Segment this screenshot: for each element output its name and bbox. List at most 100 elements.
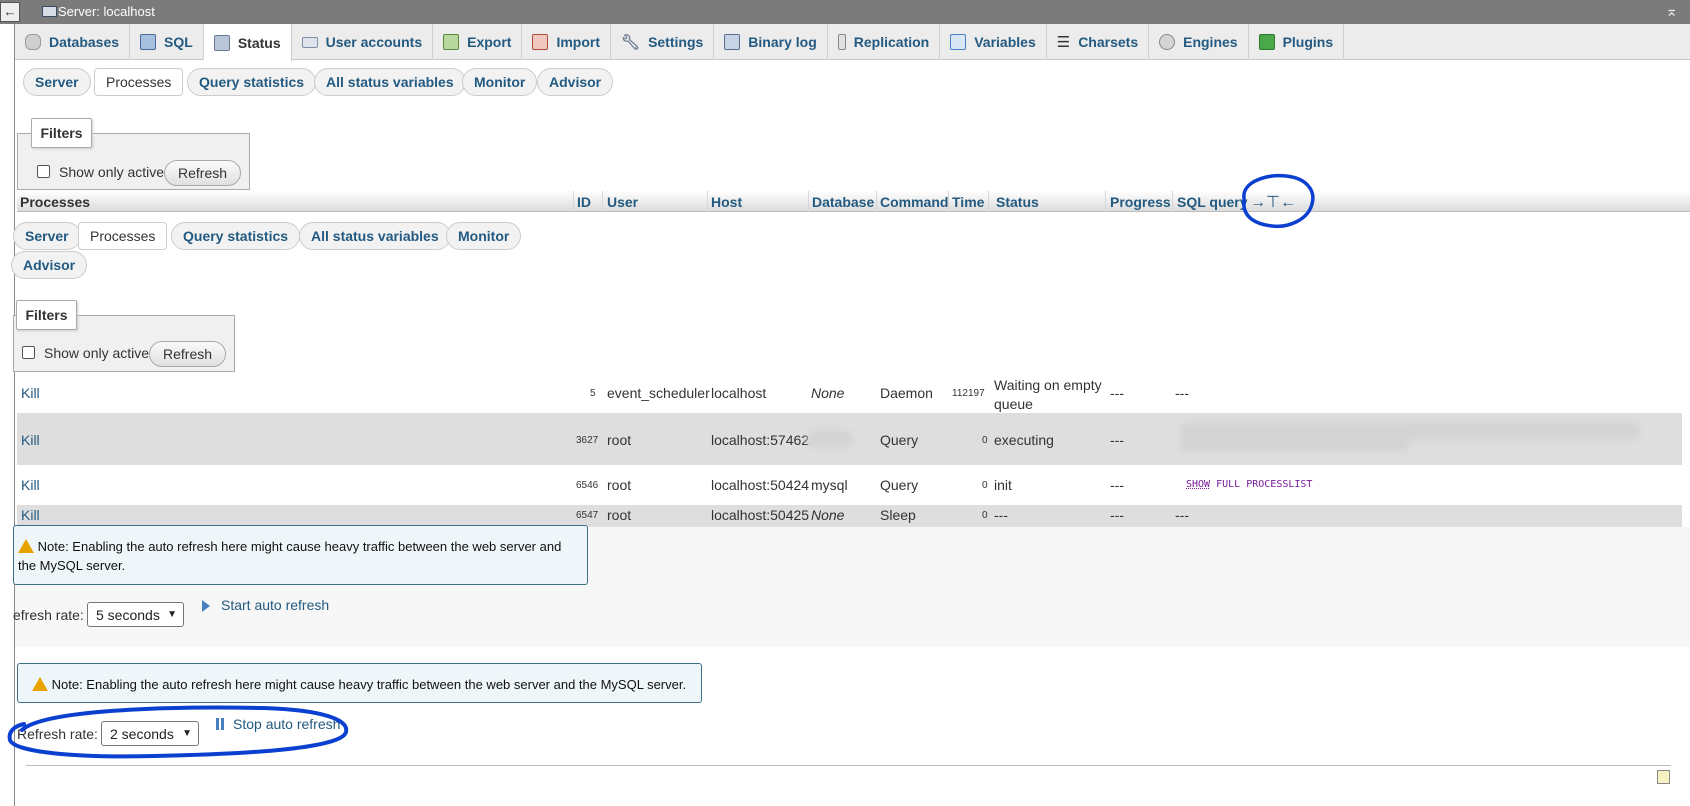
tab-export[interactable]: Export <box>433 24 523 60</box>
show-only-active-label: Show only active <box>44 345 150 361</box>
warning-icon <box>32 677 48 691</box>
refresh-rate-select[interactable]: 5 seconds ▼ <box>87 602 184 627</box>
column-header-user[interactable]: User <box>607 194 638 210</box>
show-only-active-label: Show only active <box>59 164 165 180</box>
plugins-icon <box>1258 34 1275 50</box>
kill-link[interactable]: Kill <box>21 432 40 448</box>
note-text: Note: Enabling the auto refresh here mig… <box>51 677 687 692</box>
process-command: Query <box>880 477 919 493</box>
subtab-advisor[interactable]: Advisor <box>537 68 614 96</box>
header-separator <box>573 191 574 212</box>
note-text: Note: Enabling the auto refresh here mig… <box>18 539 562 573</box>
warning-icon <box>18 539 34 553</box>
header-separator <box>602 191 603 212</box>
tab-replication[interactable]: Replication <box>828 24 941 60</box>
process-progress: --- <box>1110 477 1124 493</box>
process-sql: --- <box>1175 507 1189 523</box>
tab-variables[interactable]: Variables <box>940 24 1047 60</box>
tab-databases[interactable]: Databases <box>15 24 131 60</box>
process-sql: --- <box>1175 385 1189 401</box>
kill-link[interactable]: Kill <box>21 477 40 493</box>
process-progress: --- <box>1110 507 1124 523</box>
process-user: event_scheduler <box>607 385 710 401</box>
show-only-active-checkbox[interactable] <box>22 346 35 359</box>
processes-heading: Processes <box>20 194 91 210</box>
process-command: Sleep <box>880 507 916 523</box>
refresh-button[interactable]: Refresh <box>164 160 242 186</box>
tab-binary-log[interactable]: Binary log <box>714 24 828 60</box>
subtab-processes[interactable]: Processes <box>94 68 184 96</box>
header-separator <box>1172 191 1173 212</box>
process-user: root <box>607 477 632 493</box>
collapse-icon[interactable]: ⌅ <box>1665 2 1678 20</box>
window-title: Server: localhost <box>58 4 155 19</box>
tab-import[interactable]: Import <box>522 24 612 60</box>
auto-refresh-note: Note: Enabling the auto refresh here mig… <box>17 663 702 703</box>
header-separator <box>1105 191 1106 212</box>
column-header-command[interactable]: Command <box>880 194 948 210</box>
tab-label: Export <box>467 34 512 50</box>
subtab-server[interactable]: Server <box>13 222 81 250</box>
tab-label: Variables <box>974 34 1036 50</box>
subtab-query-statistics[interactable]: Query statistics <box>171 222 301 250</box>
subtab-all-status-variables[interactable]: All status variables <box>299 222 451 250</box>
tab-charsets[interactable]: ☰ Charsets <box>1047 24 1150 60</box>
play-icon <box>202 600 210 612</box>
sql-icon <box>140 34 157 50</box>
subtab-monitor[interactable]: Monitor <box>446 222 522 250</box>
start-auto-refresh-link[interactable]: Start auto refresh <box>221 597 329 613</box>
column-header-id[interactable]: ID <box>577 194 591 210</box>
column-header-progress[interactable]: Progress <box>1110 194 1171 210</box>
header-separator <box>948 191 949 212</box>
tab-label: Binary log <box>748 34 817 50</box>
subtab-query-statistics[interactable]: Query statistics <box>187 68 317 96</box>
main-tab-bar: Databases SQL Status User accounts Expor… <box>15 24 1690 61</box>
chevron-down-icon: ▼ <box>167 609 177 620</box>
process-command: Query <box>880 432 919 448</box>
process-time: 112197 <box>952 388 985 399</box>
process-id: 3627 <box>576 435 599 446</box>
show-only-active-checkbox[interactable] <box>37 165 50 178</box>
process-host: localhost:50424 <box>711 477 810 493</box>
process-progress: --- <box>1110 385 1124 401</box>
column-header-time[interactable]: Time <box>952 194 984 210</box>
sql-keyword-link[interactable]: SHOW <box>1186 479 1210 490</box>
process-command: Daemon <box>880 385 933 401</box>
column-header-database[interactable]: Database <box>812 194 874 210</box>
header-separator <box>876 191 877 212</box>
process-id: 5 <box>590 388 596 399</box>
left-border <box>14 24 15 806</box>
subtab-advisor[interactable]: Advisor <box>11 251 88 279</box>
database-icon <box>25 34 41 50</box>
tab-label: User accounts <box>325 34 423 50</box>
kill-link[interactable]: Kill <box>21 385 40 401</box>
header-separator <box>988 191 989 212</box>
tab-status[interactable]: Status <box>203 24 292 61</box>
tab-label: Replication <box>853 34 930 50</box>
tab-label: Databases <box>49 34 120 50</box>
console-icon[interactable] <box>1657 770 1670 784</box>
subtab-server[interactable]: Server <box>23 68 91 96</box>
process-database: mysql <box>811 477 848 493</box>
process-status: Waiting on empty queue <box>994 377 1102 412</box>
tab-engines[interactable]: Engines <box>1149 24 1249 60</box>
auto-refresh-note: Note: Enabling the auto refresh here mig… <box>13 525 588 585</box>
process-id: 6547 <box>576 510 599 521</box>
subtab-monitor[interactable]: Monitor <box>462 68 538 96</box>
annotation-circle-refresh <box>7 705 349 759</box>
kill-link[interactable]: Kill <box>21 507 40 523</box>
binary-log-icon <box>724 34 741 50</box>
refresh-button[interactable]: Refresh <box>149 341 227 367</box>
column-header-status[interactable]: Status <box>996 194 1039 210</box>
subtab-all-status-variables[interactable]: All status variables <box>314 68 466 96</box>
tab-user-accounts[interactable]: User accounts <box>292 24 434 60</box>
replication-icon <box>837 34 846 50</box>
tab-sql[interactable]: SQL <box>130 24 204 60</box>
import-icon <box>532 34 549 50</box>
tab-settings[interactable]: 🔧︎ Settings <box>611 24 715 60</box>
subtab-processes[interactable]: Processes <box>78 222 168 250</box>
column-header-host[interactable]: Host <box>711 194 742 210</box>
back-button[interactable]: ← <box>0 2 20 22</box>
process-sql: SHOW FULL PROCESSLIST <box>1186 479 1312 490</box>
tab-plugins[interactable]: Plugins <box>1249 24 1345 60</box>
